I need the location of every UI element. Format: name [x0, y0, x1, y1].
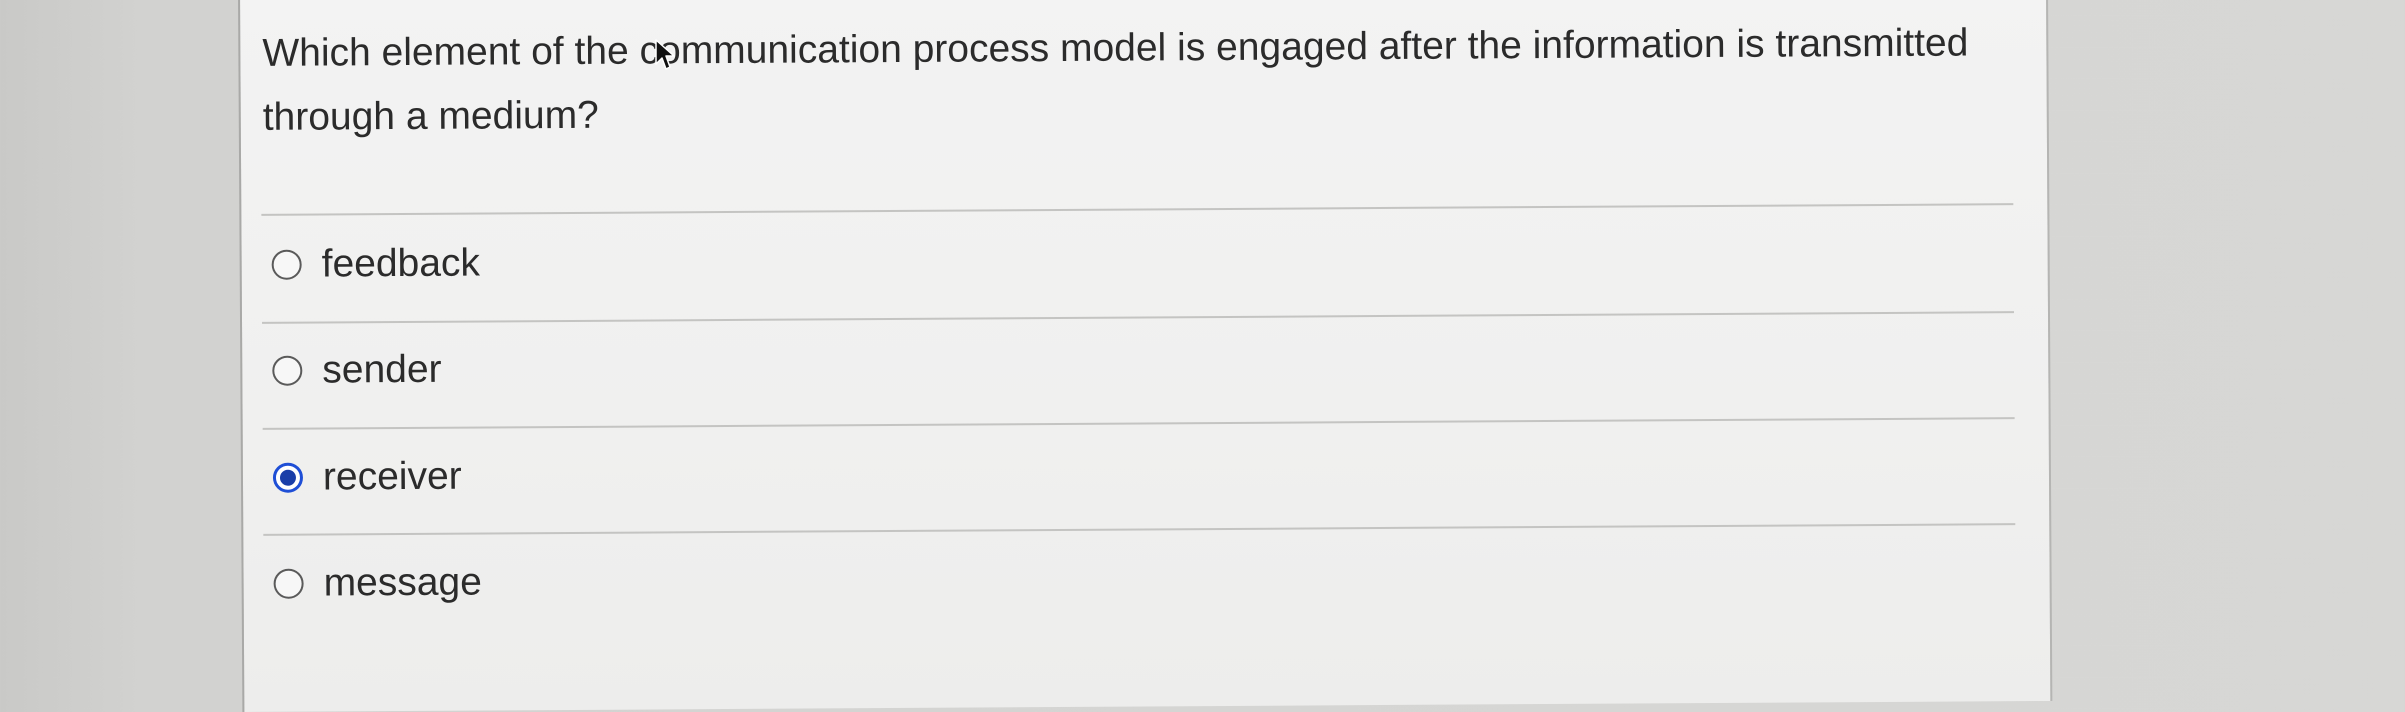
mouse-cursor-icon — [655, 39, 675, 70]
answer-option-label: sender — [322, 347, 442, 392]
answer-option-feedback[interactable]: feedback — [263, 234, 480, 295]
answer-option-label: feedback — [321, 241, 481, 286]
radio-button-unselected[interactable] — [273, 568, 304, 599]
answer-option-receiver[interactable]: receiver — [265, 447, 462, 508]
divider — [262, 311, 2014, 324]
radio-button-unselected[interactable] — [272, 355, 303, 386]
divider — [262, 417, 2015, 430]
radio-selected-dot — [279, 469, 297, 486]
divider — [261, 203, 2014, 216]
answer-option-label: receiver — [322, 454, 462, 499]
question-panel: Which element of the communication proce… — [238, 0, 2053, 712]
answer-option-sender[interactable]: sender — [264, 340, 442, 401]
answer-option-message[interactable]: message — [265, 553, 482, 614]
answer-option-label: message — [323, 560, 482, 605]
radio-button-selected[interactable] — [272, 462, 304, 493]
divider — [263, 523, 2016, 536]
question-text: Which element of the communication proce… — [262, 21, 1969, 139]
radio-button-unselected[interactable] — [271, 249, 302, 280]
